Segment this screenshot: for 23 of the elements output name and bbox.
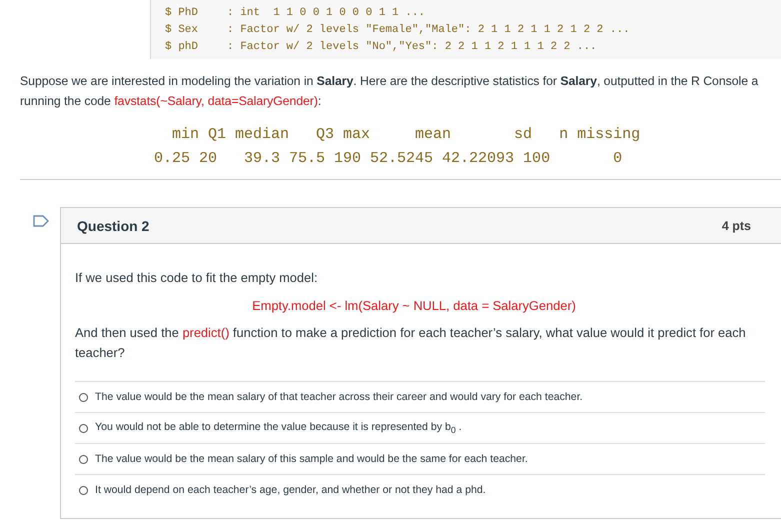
code-line: Empty.model <- lm(Salary ~ NULL, data = SalaryGender) xyxy=(251,298,577,313)
variable-name: $ phD xyxy=(165,40,200,52)
question-title: Question 2 xyxy=(77,218,150,234)
bookmark-icon[interactable] xyxy=(33,215,49,227)
question-prompt: If we used this code to fit the empty model: xyxy=(75,269,319,287)
points-label: 4 pts xyxy=(722,218,751,232)
answer-option[interactable]: It would depend on each teacher’s age, gender, and whether or not they had a phd. xyxy=(75,475,765,505)
question-text: And then used the predict() function to make a prediction for each teacher’s salary, what value would it predict for each teacher? xyxy=(75,324,747,362)
radio-button[interactable] xyxy=(79,392,88,402)
answer-option[interactable]: The value would be the mean salary of that teacher across their career and would vary for each teacher. xyxy=(75,382,765,413)
intro-paragraph: Suppose we are interested in modeling the variation in Salary. Here are the descriptive statistics for Salary, outputted in the R Console a running the code favstats(~Salary, data=SalaryGender): xyxy=(20,73,760,110)
answer-option[interactable]: You would not be able to determine the value because it is represented by b$_{0}$ . xyxy=(75,413,765,444)
variable-description: : Factor w/ 2 levels "No","Yes": 2 2 1 1 2 1 1 1 2 2 ... xyxy=(227,40,597,52)
answer-option[interactable]: The value would be the mean salary of this sample and would be the same for each teacher. xyxy=(75,444,765,475)
stats-output-line: min Q1 median Q3 max mean sd n missing xyxy=(171,125,640,145)
radio-button[interactable] xyxy=(79,454,88,464)
stats-output-line: 0.25 20 39.3 75.5 190 52.5245 42.22093 100 0 xyxy=(154,149,622,169)
variable-name: $ PhD xyxy=(165,6,200,18)
variable-name: $ Sex xyxy=(165,24,200,36)
radio-button[interactable] xyxy=(79,486,88,494)
variable-description: : Factor w/ 2 levels "Female","Male": 2 1 1 2 1 1 2 1 2 2 ... xyxy=(227,24,630,36)
variable-description: : int 1 1 0 0 1 0 0 0 1 1 ... xyxy=(227,6,426,18)
radio-button[interactable] xyxy=(79,424,88,432)
